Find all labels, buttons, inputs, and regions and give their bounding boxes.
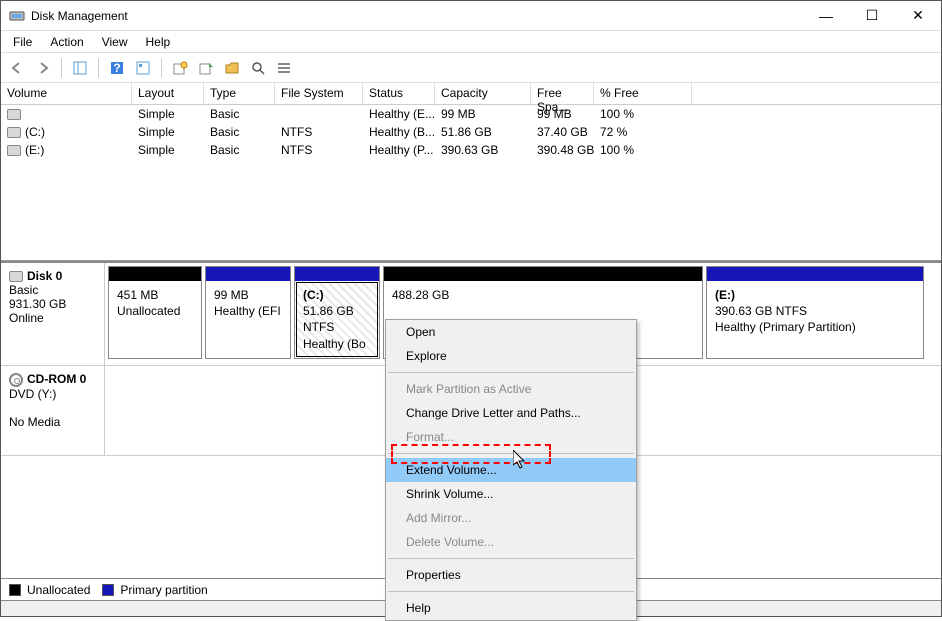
col-pctfree[interactable]: % Free <box>594 83 692 104</box>
help-button[interactable]: ? <box>105 56 129 80</box>
attach-vhd-button[interactable] <box>194 56 218 80</box>
col-type[interactable]: Type <box>204 83 275 104</box>
partition[interactable]: 451 MBUnallocated <box>108 266 202 359</box>
ctx-open[interactable]: Open <box>386 320 636 344</box>
volume-header: Volume Layout Type File System Status Ca… <box>1 83 941 105</box>
col-volume[interactable]: Volume <box>1 83 132 104</box>
legend-primary: Primary partition <box>120 583 207 597</box>
menubar: File Action View Help <box>1 31 941 53</box>
list-button[interactable] <box>272 56 296 80</box>
open-button[interactable] <box>220 56 244 80</box>
svg-text:?: ? <box>113 61 120 75</box>
forward-button[interactable] <box>31 56 55 80</box>
titlebar: Disk Management — ☐ ✕ <box>1 1 941 31</box>
legend-primary-swatch <box>102 584 114 596</box>
col-capacity[interactable]: Capacity <box>435 83 531 104</box>
volume-row[interactable]: (C:)SimpleBasicNTFSHealthy (B...51.86 GB… <box>1 123 941 141</box>
context-menu: Open Explore Mark Partition as Active Ch… <box>385 319 637 621</box>
partition[interactable]: (C:)51.86 GB NTFSHealthy (Bo <box>294 266 380 359</box>
ctx-mark-active: Mark Partition as Active <box>386 377 636 401</box>
legend-unallocated-swatch <box>9 584 21 596</box>
volume-row[interactable]: (E:)SimpleBasicNTFSHealthy (P...390.63 G… <box>1 141 941 159</box>
volume-list: Volume Layout Type File System Status Ca… <box>1 83 941 261</box>
minimize-button[interactable]: — <box>803 1 849 30</box>
menu-action[interactable]: Action <box>42 33 91 51</box>
ctx-change-letter[interactable]: Change Drive Letter and Paths... <box>386 401 636 425</box>
disk-management-window: Disk Management — ☐ ✕ File Action View H… <box>0 0 942 617</box>
rescan-button[interactable] <box>246 56 270 80</box>
ctx-help[interactable]: Help <box>386 596 636 620</box>
toolbar: ? <box>1 53 941 83</box>
ctx-shrink-volume[interactable]: Shrink Volume... <box>386 482 636 506</box>
back-button[interactable] <box>5 56 29 80</box>
col-free[interactable]: Free Spa... <box>531 83 594 104</box>
ctx-explore[interactable]: Explore <box>386 344 636 368</box>
cdrom-0-label[interactable]: CD-ROM 0 DVD (Y:) No Media <box>1 366 105 455</box>
disk-icon <box>9 271 23 282</box>
window-title: Disk Management <box>31 9 803 23</box>
col-filesystem[interactable]: File System <box>275 83 363 104</box>
menu-help[interactable]: Help <box>138 33 179 51</box>
ctx-format: Format... <box>386 425 636 449</box>
partition[interactable]: (E:)390.63 GB NTFSHealthy (Primary Parti… <box>706 266 924 359</box>
ctx-extend-volume[interactable]: Extend Volume... <box>386 458 636 482</box>
create-vhd-button[interactable] <box>168 56 192 80</box>
ctx-add-mirror: Add Mirror... <box>386 506 636 530</box>
ctx-delete-volume: Delete Volume... <box>386 530 636 554</box>
settings-button[interactable] <box>131 56 155 80</box>
app-icon <box>9 8 25 24</box>
col-status[interactable]: Status <box>363 83 435 104</box>
cdrom-icon <box>9 373 23 387</box>
partition[interactable]: 99 MBHealthy (EFI <box>205 266 291 359</box>
menu-view[interactable]: View <box>94 33 136 51</box>
show-hide-tree-button[interactable] <box>68 56 92 80</box>
legend-unallocated: Unallocated <box>27 583 90 597</box>
disk-0-label[interactable]: Disk 0 Basic 931.30 GB Online <box>1 263 105 365</box>
maximize-button[interactable]: ☐ <box>849 1 895 30</box>
volume-row[interactable]: SimpleBasicHealthy (E...99 MB99 MB100 % <box>1 105 941 123</box>
menu-file[interactable]: File <box>5 33 40 51</box>
close-button[interactable]: ✕ <box>895 1 941 30</box>
ctx-properties[interactable]: Properties <box>386 563 636 587</box>
col-layout[interactable]: Layout <box>132 83 204 104</box>
